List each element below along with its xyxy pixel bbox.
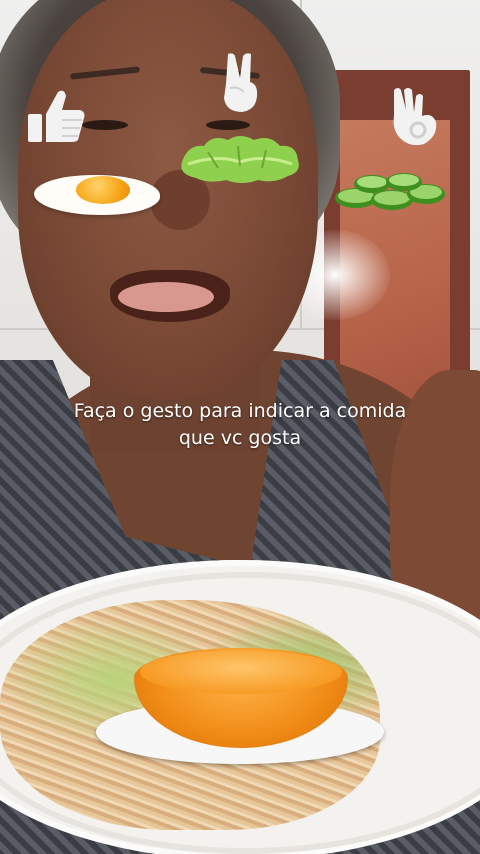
orange-dish-top (140, 650, 342, 694)
camera-feed: Faça o gesto para indicar a comida que v… (0, 0, 480, 854)
caption-line-1: Faça o gesto para indicar a comida (73, 400, 407, 422)
caption-line-2: que vc gosta (178, 427, 302, 449)
ok-sign-icon (393, 88, 437, 146)
left-eye (82, 120, 128, 130)
right-eye (206, 120, 250, 130)
cucumber-slices-sticker (335, 173, 445, 210)
peace-sign-icon (224, 53, 258, 112)
instruction-caption: Faça o gesto para indicar a comida que v… (0, 398, 480, 452)
tongue (118, 282, 214, 312)
thumbs-up-icon (28, 90, 85, 142)
lettuce-sticker (181, 136, 299, 183)
fried-egg-yolk (76, 176, 130, 204)
